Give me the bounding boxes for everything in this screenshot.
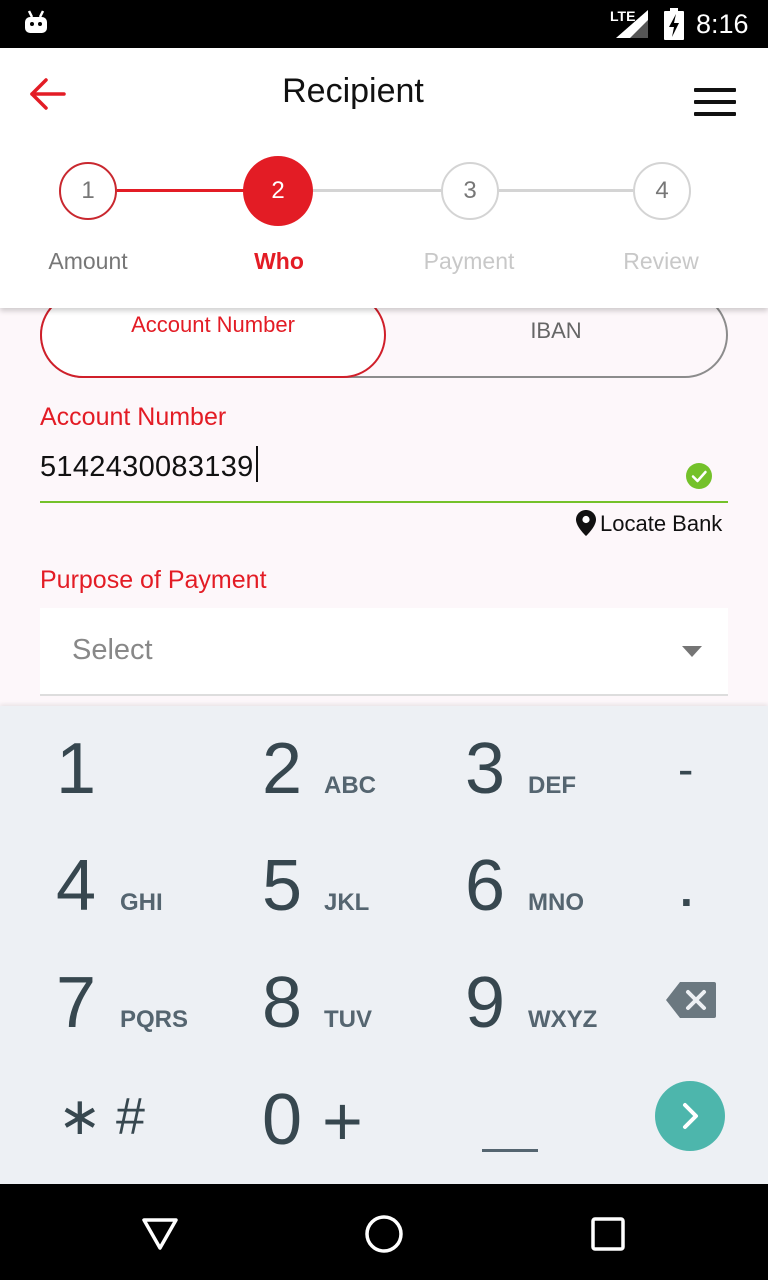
key-digit: 1: [56, 729, 97, 809]
key-plus: +: [322, 1082, 363, 1160]
page-title: Recipient: [282, 72, 424, 110]
key-symbol: .: [680, 864, 693, 916]
key-5[interactable]: 5 JKL: [200, 823, 390, 939]
key-digit: 3: [465, 729, 506, 809]
step-connector: [313, 189, 441, 192]
key-backspace[interactable]: [600, 940, 768, 1056]
iban-tab[interactable]: IBAN: [386, 318, 726, 344]
key-space[interactable]: [400, 1057, 590, 1173]
signal-icon: [616, 10, 648, 38]
input-underline: [40, 501, 728, 503]
key-letters: TUV: [324, 1006, 372, 1033]
key-letters: DEF: [528, 772, 576, 799]
space-bar-icon: [482, 1149, 538, 1152]
key-digit: 9: [465, 963, 506, 1043]
check-circle-icon: [686, 463, 712, 489]
key-3[interactable]: 3 DEF: [400, 706, 590, 822]
key-symbol: -: [678, 743, 694, 795]
step-4-circle[interactable]: 4: [633, 162, 691, 220]
step-3-label: Payment: [423, 248, 515, 274]
chevron-right-icon: [683, 1103, 698, 1129]
hamburger-menu-icon[interactable]: [694, 88, 736, 122]
key-dot[interactable]: .: [600, 823, 768, 939]
key-9[interactable]: 9 WXYZ: [400, 940, 597, 1056]
battery-charging-icon: [664, 8, 684, 40]
key-digit: 6: [465, 846, 506, 926]
step-1-label: Amount: [48, 248, 128, 274]
step-3-circle[interactable]: 3: [441, 162, 499, 220]
key-7[interactable]: 7 PQRS: [0, 940, 190, 1056]
back-triangle-icon[interactable]: [140, 1214, 180, 1254]
clock: 8:16: [696, 9, 749, 39]
navigation-bar: [0, 1184, 768, 1280]
key-digit: 2: [262, 729, 303, 809]
step-connector: [499, 189, 633, 192]
text-cursor: [255, 446, 258, 482]
step-2-number: 2: [271, 177, 285, 204]
key-8[interactable]: 8 TUV: [200, 940, 390, 1056]
key-letters: WXYZ: [528, 1006, 598, 1033]
dropdown-arrow-icon: [682, 646, 702, 657]
account-number-label: Account Number: [40, 403, 227, 431]
key-6[interactable]: 6 MNO: [400, 823, 590, 939]
account-number-input[interactable]: 5142430083139: [40, 446, 660, 490]
step-4-number: 4: [655, 177, 669, 204]
key-letters: PQRS: [120, 1006, 189, 1033]
android-icon: [25, 10, 47, 33]
step-4-label: Review: [623, 248, 699, 274]
step-connector-completed: [117, 189, 245, 192]
locate-bank-label: Locate Bank: [600, 511, 723, 536]
recents-square-icon[interactable]: [588, 1214, 628, 1254]
key-digit: 0: [262, 1080, 303, 1160]
account-number-tab-label: Account Number: [131, 312, 295, 337]
numeric-keypad: 1 2 ABC 3 DEF - 4 GHI 5 JKL 6 MNO . 7 PQ…: [0, 706, 768, 1184]
step-1-circle[interactable]: 1: [59, 162, 117, 220]
key-letters: GHI: [120, 889, 163, 916]
key-digit: 5: [262, 846, 303, 926]
location-pin-icon: [576, 510, 596, 536]
key-letters: JKL: [324, 889, 370, 916]
key-0-plus[interactable]: 0 +: [200, 1057, 390, 1173]
step-2-label: Who: [254, 248, 304, 274]
step-2-circle[interactable]: 2: [243, 156, 313, 226]
home-circle-icon[interactable]: [364, 1214, 404, 1254]
status-bar: LTE 8:16: [0, 0, 768, 48]
key-digit: 8: [262, 963, 303, 1043]
purpose-select[interactable]: Select: [40, 608, 728, 696]
key-letters: MNO: [528, 889, 584, 916]
backspace-icon: [666, 982, 716, 1018]
key-letters: ABC: [324, 772, 376, 799]
purpose-select-placeholder: Select: [72, 634, 153, 666]
key-2[interactable]: 2 ABC: [200, 706, 390, 822]
key-1[interactable]: 1: [0, 706, 190, 822]
purpose-of-payment-label: Purpose of Payment: [40, 566, 267, 594]
account-number-value: 5142430083139: [40, 451, 254, 483]
next-button[interactable]: [655, 1081, 725, 1151]
step-3-number: 3: [463, 177, 477, 204]
key-4[interactable]: 4 GHI: [0, 823, 190, 939]
key-star-hash[interactable]: ∗ #: [0, 1057, 190, 1173]
step-1-number: 1: [81, 177, 95, 204]
key-digit: 7: [56, 963, 97, 1043]
key-dash[interactable]: -: [600, 706, 768, 822]
key-digit: 4: [56, 846, 97, 926]
key-symbol: ∗ #: [58, 1088, 145, 1146]
header-card: Recipient 1 2 3 4 Amount Who Payment Rev…: [0, 48, 768, 308]
